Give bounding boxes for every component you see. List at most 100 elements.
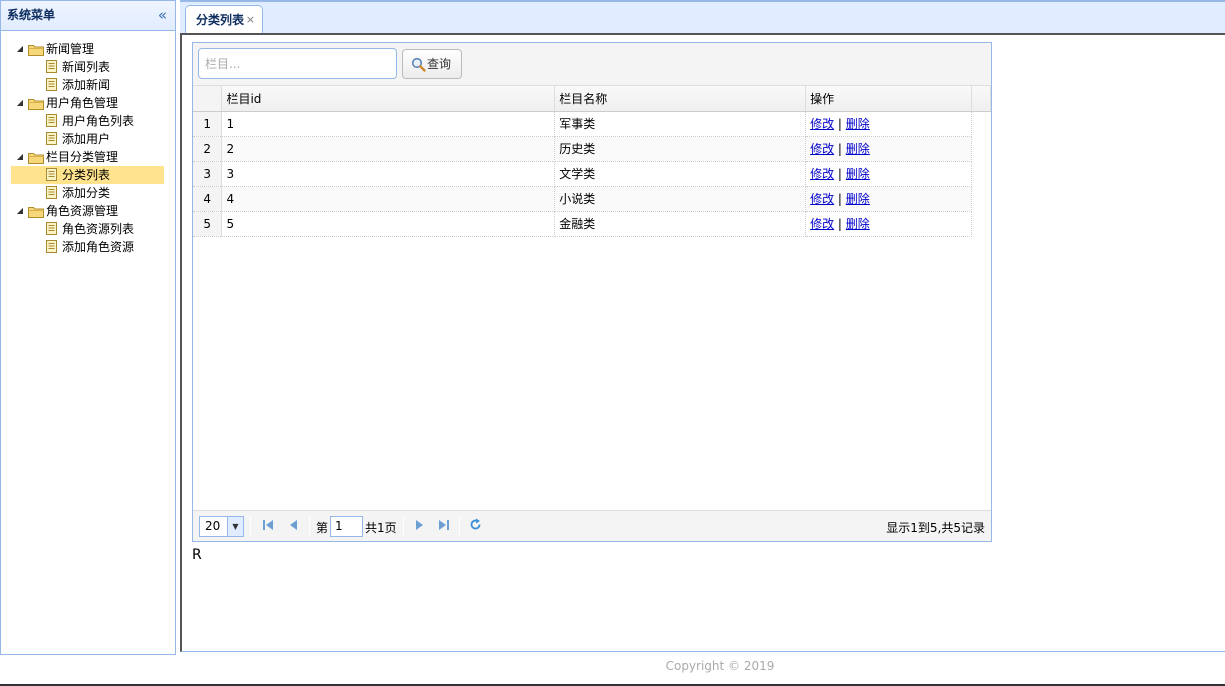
menu-item-0-1[interactable]: 添加新闻	[1, 76, 175, 94]
column-header-name[interactable]: 栏目名称	[554, 86, 807, 112]
action-separator: |	[837, 167, 842, 181]
menu-group-0[interactable]: ◢ 新闻管理	[1, 40, 175, 58]
cell-id: 3	[221, 161, 556, 187]
menu-group-label: 栏目分类管理	[46, 150, 119, 164]
next-page-icon[interactable]	[414, 519, 426, 531]
cell-id: 4	[221, 186, 556, 212]
stray-text: R	[192, 547, 202, 563]
menu-item-label: 添加新闻	[62, 78, 111, 92]
grid-body: 1 1 军事类 修改 | 删除 2 2 历史类 修改 | 删除 3 3 文学类 修改 | 删除 4 4 小说…	[193, 111, 991, 237]
menu-group-2[interactable]: ◢ 栏目分类管理	[1, 148, 175, 166]
cell-name: 军事类	[554, 111, 807, 137]
row-number: 3	[193, 161, 223, 187]
folder-icon	[28, 97, 44, 110]
action-separator: |	[837, 142, 842, 156]
edit-link[interactable]: 修改	[810, 217, 834, 231]
menu-header: 系统菜单 «	[1, 1, 175, 31]
action-separator: |	[837, 117, 842, 131]
menu-item-1-1[interactable]: 添加用户	[1, 130, 175, 148]
tabs-header: 分类列表 ×	[180, 0, 1225, 35]
cell-id: 5	[221, 211, 556, 237]
grid-toolbar: 查询	[193, 43, 991, 86]
row-number: 5	[193, 211, 223, 237]
edit-link[interactable]: 修改	[810, 167, 834, 181]
menu-item-label: 角色资源列表	[62, 222, 135, 236]
table-row[interactable]: 2 2 历史类 修改 | 删除	[193, 136, 991, 162]
prev-page-icon[interactable]	[287, 519, 299, 531]
file-icon	[46, 168, 57, 181]
tab-panel: 查询 栏目id 栏目名称 操作 11军事类修改 | 删除22历史类修改 |	[180, 33, 1225, 652]
header-filler	[971, 86, 992, 112]
pager-separator	[459, 517, 460, 536]
category-datagrid: 查询 栏目id 栏目名称 操作 11军事类修改 | 删除22历史类修改 |	[192, 42, 992, 542]
edit-link[interactable]: 修改	[810, 117, 834, 131]
menu-group-3[interactable]: ◢ 角色资源管理	[1, 202, 175, 220]
file-icon	[46, 78, 57, 91]
cell-actions: 修改 | 删除	[805, 136, 972, 162]
first-page-icon[interactable]	[262, 519, 274, 531]
menu-group-1[interactable]: ◢ 用户角色管理	[1, 94, 175, 112]
action-separator: |	[837, 192, 842, 206]
pager-separator	[403, 517, 404, 536]
tab-close-icon[interactable]: ×	[246, 6, 255, 34]
page-size-select[interactable]: 20 ▼	[199, 516, 244, 537]
table-row[interactable]: 3 3 文学类 修改 | 删除	[193, 161, 991, 187]
expand-icon[interactable]: ◢	[15, 94, 25, 112]
file-icon	[46, 60, 57, 73]
delete-link[interactable]: 删除	[846, 167, 870, 181]
grid-table: 栏目id 栏目名称 操作 1 1 军事类 修改 | 删除 2 2 历史类 修改 | 删除 3 3 文…	[193, 86, 992, 237]
menu-item-2-1[interactable]: 添加分类	[1, 184, 175, 202]
chevron-down-icon[interactable]: ▼	[227, 517, 243, 536]
search-button[interactable]: 查询	[402, 49, 462, 79]
collapse-icon[interactable]: «	[158, 1, 167, 30]
row-number: 2	[193, 136, 223, 162]
cell-name: 金融类	[554, 211, 807, 237]
page-total-label: 共1页	[365, 521, 397, 535]
system-menu-panel: 系统菜单 « ◢ 新闻管理 新闻列表 添加新闻 ◢ 用户角色管理 用户角色列表 添加用户 ◢ 栏目…	[0, 0, 176, 655]
menu-item-2-0[interactable]: 分类列表	[11, 166, 164, 184]
footer: Copyright © 2019	[0, 655, 1225, 686]
menu-item-3-1[interactable]: 添加角色资源	[1, 238, 175, 256]
main-content: 分类列表 × 查询	[180, 0, 1225, 655]
delete-link[interactable]: 删除	[846, 192, 870, 206]
cell-actions: 修改 | 删除	[805, 111, 972, 137]
action-separator: |	[837, 217, 842, 231]
expand-icon[interactable]: ◢	[15, 40, 25, 58]
folder-icon	[28, 43, 44, 56]
column-header-action[interactable]: 操作	[805, 86, 972, 112]
pager-separator	[250, 517, 251, 536]
row-number: 1	[193, 111, 223, 137]
table-row[interactable]: 5 5 金融类 修改 | 删除	[193, 211, 991, 237]
edit-link[interactable]: 修改	[810, 142, 834, 156]
cell-id: 1	[221, 111, 556, 137]
tab-category-list[interactable]: 分类列表 ×	[185, 5, 263, 35]
menu-group-label: 用户角色管理	[46, 96, 119, 110]
table-row[interactable]: 1 1 军事类 修改 | 删除	[193, 111, 991, 137]
page-number-input[interactable]: 1	[330, 516, 363, 537]
last-page-icon[interactable]	[438, 519, 450, 531]
tab-label: 分类列表	[196, 13, 245, 27]
menu-item-0-0[interactable]: 新闻列表	[1, 58, 175, 76]
delete-link[interactable]: 删除	[846, 142, 870, 156]
menu-item-1-0[interactable]: 用户角色列表	[1, 112, 175, 130]
page-size-value: 20	[205, 519, 221, 533]
refresh-icon[interactable]	[469, 518, 482, 531]
cell-actions: 修改 | 删除	[805, 211, 972, 237]
table-row[interactable]: 4 4 小说类 修改 | 删除	[193, 186, 991, 212]
delete-link[interactable]: 删除	[846, 217, 870, 231]
expand-icon[interactable]: ◢	[15, 148, 25, 166]
column-header-id[interactable]: 栏目id	[221, 86, 556, 112]
menu-group-label: 角色资源管理	[46, 204, 119, 218]
edit-link[interactable]: 修改	[810, 192, 834, 206]
copyright-text: Copyright © 2019	[665, 659, 775, 673]
menu-item-label: 用户角色列表	[62, 114, 135, 128]
cell-name: 小说类	[554, 186, 807, 212]
delete-link[interactable]: 删除	[846, 117, 870, 131]
file-icon	[46, 240, 57, 253]
page-info-text: 显示1到5,共5记录	[886, 521, 985, 535]
search-input[interactable]	[198, 48, 397, 79]
menu-item-label: 分类列表	[62, 168, 111, 182]
menu-item-3-0[interactable]: 角色资源列表	[1, 220, 175, 238]
expand-icon[interactable]: ◢	[15, 202, 25, 220]
cell-id: 2	[221, 136, 556, 162]
